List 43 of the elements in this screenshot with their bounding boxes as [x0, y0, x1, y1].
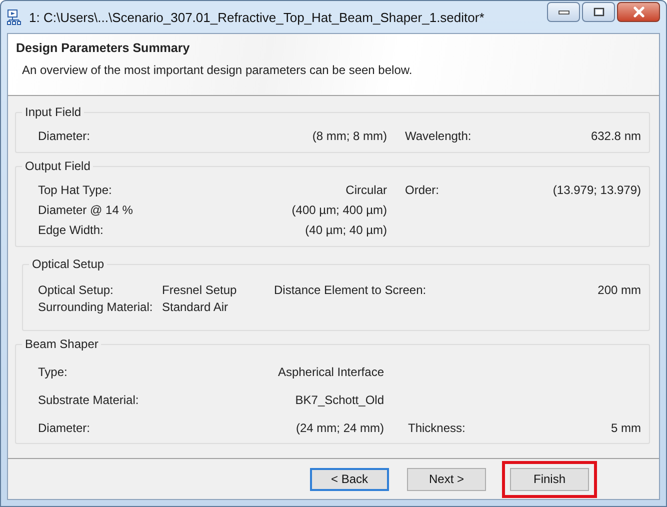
field-label: Top Hat Type:	[38, 183, 113, 197]
wizard-button[interactable]: Finish	[510, 468, 589, 490]
group-title: Beam Shaper	[22, 337, 102, 351]
close-button[interactable]	[617, 2, 660, 22]
field-value: (8 mm; 8 mm)	[311, 129, 387, 143]
app-icon	[7, 9, 23, 25]
field-value: 632.8 nm	[590, 129, 641, 143]
page-title: Design Parameters Summary	[16, 41, 191, 55]
wizard-button[interactable]: Next >	[407, 468, 486, 490]
field-label: Diameter:	[38, 129, 92, 143]
field-value: Circular	[344, 183, 387, 197]
field-value: 200 mm	[596, 283, 641, 297]
field-value: 5 mm	[610, 421, 641, 435]
field-label: Substrate Material:	[38, 393, 140, 407]
close-icon	[632, 6, 646, 18]
field-label: Diameter @ 14 %	[38, 203, 134, 217]
field-label: Diameter:	[38, 421, 92, 435]
field-label: Type:	[38, 365, 68, 379]
field-label: Distance Element to Screen:	[274, 283, 428, 297]
group-title: Output Field	[22, 159, 94, 173]
field-value: Standard Air	[162, 300, 230, 314]
field-value: (400 µm; 400 µm)	[290, 203, 387, 217]
field-label: Thickness:	[408, 421, 466, 435]
field-label: Wavelength:	[405, 129, 472, 143]
page-description: An overview of the most important design parameters can be seen below.	[21, 63, 414, 77]
maximize-icon	[592, 7, 604, 17]
wizard-button[interactable]: < Back	[310, 468, 389, 490]
group-title: Input Field	[22, 105, 84, 119]
field-label: Surrounding Material:	[38, 300, 154, 314]
field-label: Order:	[405, 183, 440, 197]
field-label: Edge Width:	[38, 223, 104, 237]
field-value: (13.979; 13.979)	[552, 183, 641, 197]
field-label: Optical Setup:	[38, 283, 114, 297]
minimize-button[interactable]	[547, 2, 580, 22]
field-value: BK7_Schott_Old	[294, 393, 384, 407]
field-value: Fresnel Setup	[162, 283, 238, 297]
minimize-icon	[558, 9, 570, 15]
maximize-button[interactable]	[582, 2, 615, 22]
field-value: Aspherical Interface	[276, 365, 384, 379]
window-title: 1: C:\Users\...\Scenario_307.01_Refractive_Top_Hat_Beam_Shaper_1.seditor*	[29, 10, 484, 24]
group-title: Optical Setup	[29, 257, 108, 271]
field-value: (24 mm; 24 mm)	[294, 421, 384, 435]
field-value: (40 µm; 40 µm)	[304, 223, 387, 237]
